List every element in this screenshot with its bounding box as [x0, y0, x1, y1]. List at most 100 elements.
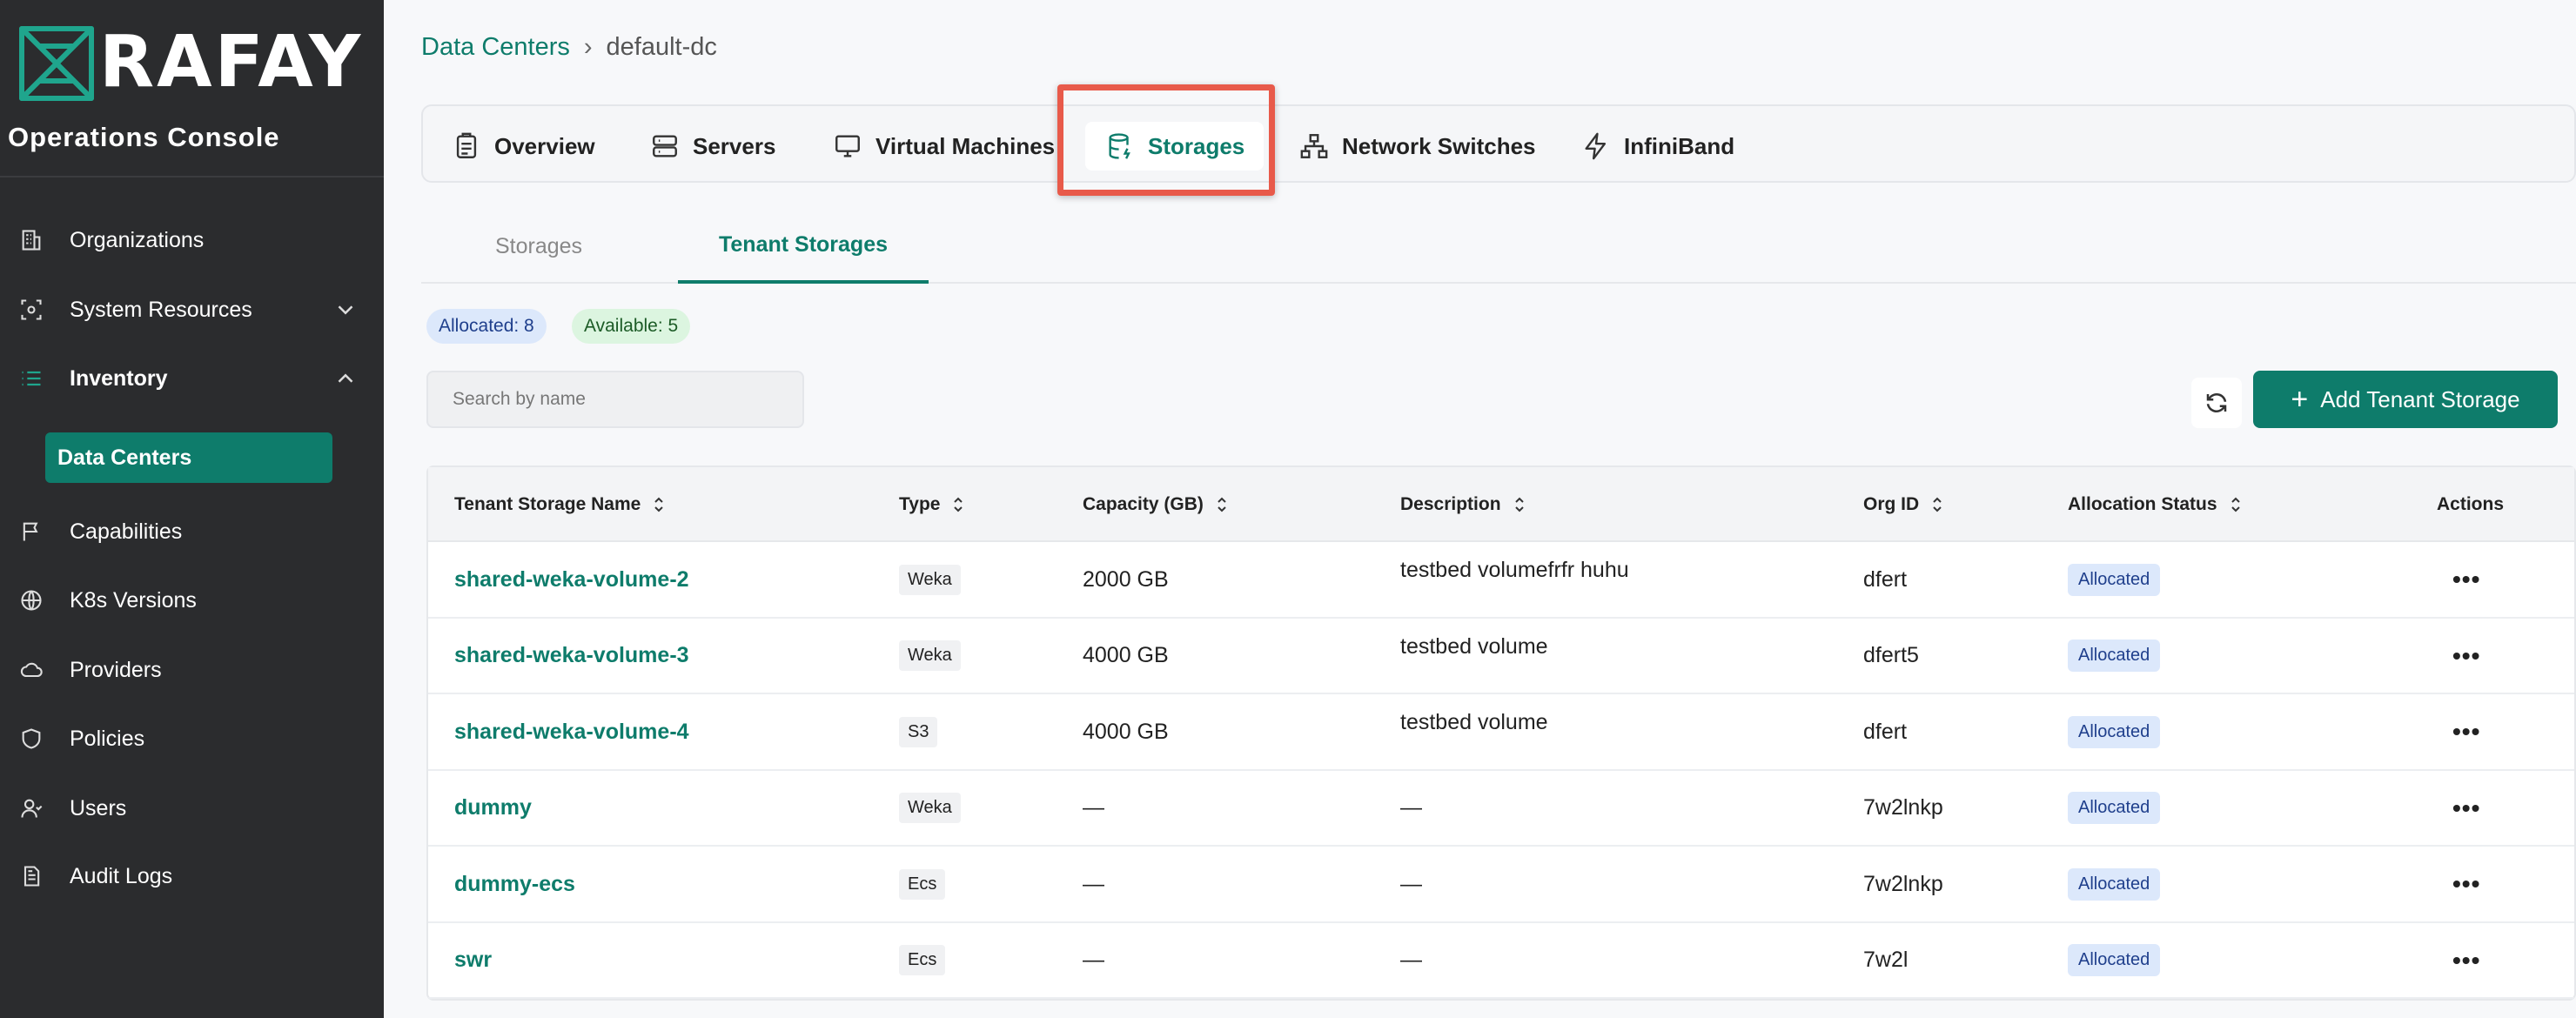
sidebar-item-label: System Resources: [70, 297, 252, 322]
type-badge: S3: [899, 716, 938, 747]
sidebar-item-policies[interactable]: Policies: [0, 713, 384, 765]
org-id-cell: 7w2lnkp: [1863, 795, 1943, 820]
sidebar-divider: [0, 176, 384, 177]
tab-network-switches[interactable]: Network Switches: [1298, 122, 1536, 171]
column-header-capacity[interactable]: Capacity (GB): [1083, 467, 1228, 542]
more-actions-icon[interactable]: •••: [2452, 542, 2480, 617]
breadcrumb-current: default-dc: [606, 33, 717, 61]
sidebar-item-data-centers[interactable]: Data Centers: [45, 432, 332, 483]
scan-icon: [17, 296, 45, 324]
description-cell: testbed volume: [1400, 710, 1548, 734]
rafay-logo[interactable]: RAFAY: [17, 24, 363, 101]
tab-virtual-machines[interactable]: Virtual Machines: [832, 122, 1055, 171]
sidebar-item-label: Audit Logs: [70, 863, 173, 888]
server-icon: [649, 131, 681, 162]
document-icon: [17, 862, 45, 890]
table-row: swr Ecs — — 7w2l Allocated •••: [428, 923, 2574, 999]
more-actions-icon[interactable]: •••: [2452, 771, 2480, 846]
breadcrumb-separator: ›: [583, 33, 593, 61]
column-header-name[interactable]: Tenant Storage Name: [454, 467, 665, 542]
rafay-logo-icon: [19, 26, 94, 101]
sidebar-item-label: K8s Versions: [70, 587, 197, 613]
column-header-type[interactable]: Type: [899, 467, 964, 542]
sidebar-item-audit-logs[interactable]: Audit Logs: [0, 850, 384, 902]
capacity-cell: —: [1083, 948, 1104, 972]
type-badge: Ecs: [899, 945, 946, 975]
user-icon: [17, 794, 45, 822]
description-cell: —: [1400, 795, 1422, 820]
add-tenant-storage-button[interactable]: + Add Tenant Storage: [2253, 371, 2558, 428]
tab-label: InfiniBand: [1624, 132, 1735, 159]
sort-icon: [1218, 497, 1226, 512]
org-id-cell: dfert5: [1863, 643, 1919, 667]
available-count-badge: Available: 5: [572, 309, 691, 344]
column-header-description[interactable]: Description: [1400, 467, 1526, 542]
sidebar-item-k8s-versions[interactable]: K8s Versions: [0, 574, 384, 626]
status-badge: Allocated: [2068, 640, 2161, 672]
storage-name-link[interactable]: shared-weka-volume-2: [454, 542, 689, 617]
chevron-down-icon: [338, 305, 353, 315]
sidebar-item-providers[interactable]: Providers: [0, 644, 384, 696]
description-cell: —: [1400, 948, 1422, 972]
sidebar: RAFAY Operations Console Organizations S…: [0, 0, 384, 1018]
console-title: Operations Console: [8, 122, 280, 152]
lightning-icon: [1580, 131, 1612, 162]
sidebar-item-users[interactable]: Users: [0, 782, 384, 834]
column-label: Org ID: [1863, 494, 1920, 514]
more-actions-icon[interactable]: •••: [2452, 694, 2480, 769]
column-header-org-id[interactable]: Org ID: [1863, 467, 1943, 542]
tab-storages[interactable]: Storages: [1085, 122, 1265, 171]
more-actions-icon[interactable]: •••: [2452, 847, 2480, 921]
type-badge: Weka: [899, 793, 961, 823]
column-label: Capacity (GB): [1083, 494, 1204, 514]
column-header-allocation-status[interactable]: Allocation Status: [2068, 467, 2242, 542]
sidebar-item-inventory[interactable]: Inventory: [0, 352, 384, 405]
sidebar-item-label: Policies: [70, 726, 145, 751]
type-badge: Weka: [899, 564, 961, 595]
org-id-cell: dfert: [1863, 566, 1908, 592]
sidebar-item-label: Capabilities: [70, 519, 183, 544]
globe-icon: [17, 586, 45, 614]
sidebar-item-system-resources[interactable]: System Resources: [0, 284, 384, 336]
more-actions-icon[interactable]: •••: [2452, 923, 2480, 998]
refresh-button[interactable]: [2191, 378, 2242, 428]
sidebar-item-capabilities[interactable]: Capabilities: [0, 506, 384, 558]
table-row: shared-weka-volume-3 Weka 4000 GB testbe…: [428, 619, 2574, 694]
building-icon: [17, 226, 45, 254]
more-actions-icon[interactable]: •••: [2452, 619, 2480, 693]
storage-name-link[interactable]: swr: [454, 923, 492, 998]
subtab-bar: Storages Tenant Storages: [421, 209, 2576, 284]
table-row: dummy Weka — — 7w2lnkp Allocated •••: [428, 771, 2574, 847]
capacity-cell: 2000 GB: [1083, 566, 1169, 592]
sidebar-item-label: Organizations: [70, 227, 205, 252]
storage-name-link[interactable]: shared-weka-volume-4: [454, 694, 689, 769]
description-cell: —: [1400, 871, 1422, 896]
storage-name-link[interactable]: dummy: [454, 771, 532, 846]
sidebar-item-organizations[interactable]: Organizations: [0, 214, 384, 266]
status-badge: Allocated: [2068, 792, 2161, 824]
description-cell: testbed volume: [1400, 633, 1548, 659]
sidebar-item-label: Inventory: [70, 365, 168, 391]
tab-overview[interactable]: Overview: [451, 122, 595, 171]
table-header: Tenant Storage Name Type Capacity (GB) D…: [428, 467, 2574, 542]
column-label: Tenant Storage Name: [454, 494, 641, 514]
capacity-cell: —: [1083, 795, 1104, 820]
breadcrumb-link-data-centers[interactable]: Data Centers: [421, 33, 570, 62]
status-badge: Allocated: [2068, 867, 2161, 901]
org-id-cell: 7w2lnkp: [1863, 871, 1943, 896]
storage-name-link[interactable]: shared-weka-volume-3: [454, 619, 689, 693]
add-button-label: Add Tenant Storage: [2320, 385, 2520, 412]
sort-icon: [2231, 497, 2240, 512]
plus-icon: +: [2291, 382, 2309, 416]
search-input[interactable]: Search by name: [426, 371, 804, 428]
tab-servers[interactable]: Servers: [649, 122, 775, 171]
tab-infiniband[interactable]: InfiniBand: [1580, 122, 1734, 171]
capacity-cell: —: [1083, 871, 1104, 896]
breadcrumb: Data Centers › default-dc: [421, 33, 717, 62]
capacity-cell: 4000 GB: [1083, 719, 1169, 744]
network-icon: [1298, 131, 1330, 162]
subtab-tenant-storages[interactable]: Tenant Storages: [678, 209, 929, 284]
tab-bar: Overview Servers Virtual Machines Storag…: [421, 104, 2576, 183]
subtab-storages[interactable]: Storages: [465, 209, 613, 284]
storage-name-link[interactable]: dummy-ecs: [454, 847, 575, 921]
